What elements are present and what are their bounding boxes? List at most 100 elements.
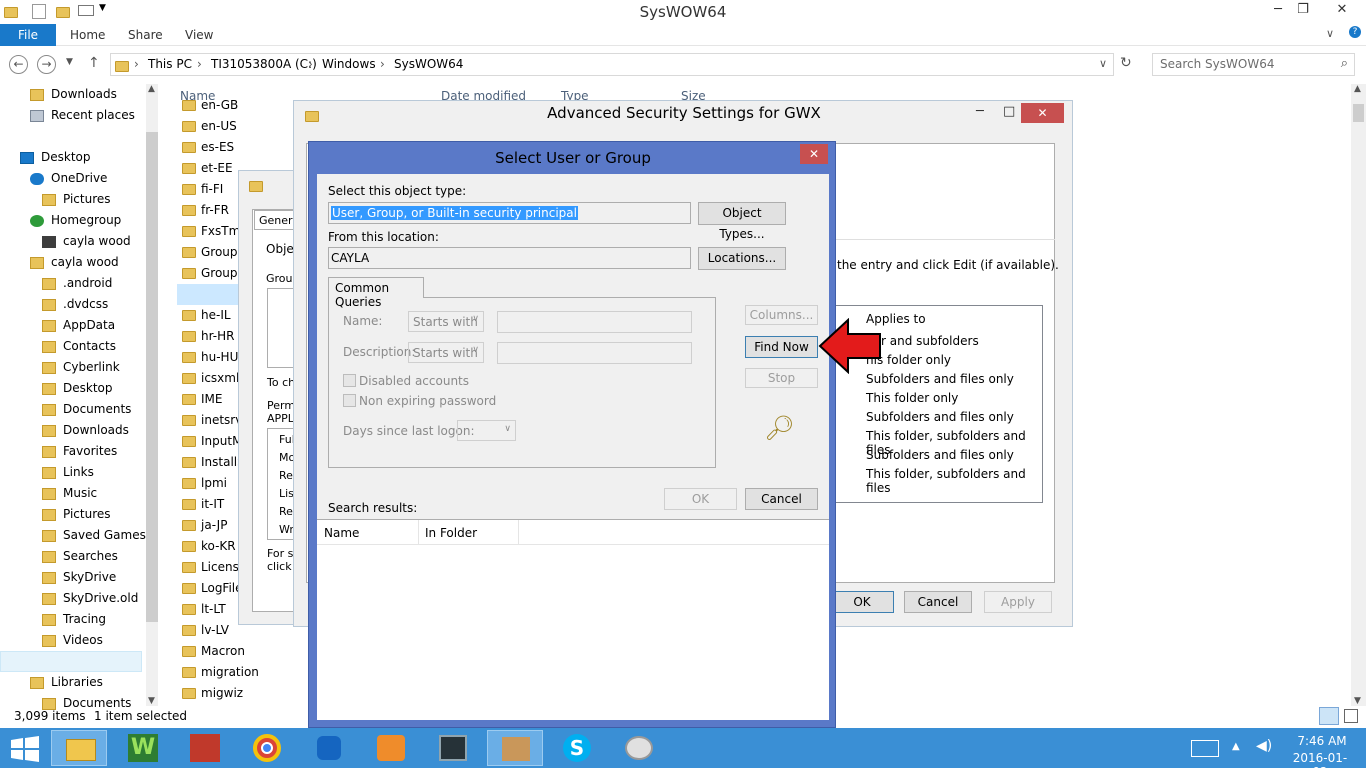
file-row[interactable]: es-ES — [182, 137, 234, 158]
nav-item[interactable]: .android — [42, 273, 112, 294]
nav-item[interactable]: Desktop — [20, 147, 91, 168]
file-row[interactable]: lpmi — [182, 473, 227, 494]
nav-item[interactable]: Videos — [42, 630, 103, 651]
find-now-button[interactable]: Find Now — [745, 336, 818, 358]
select-cancel-button[interactable]: Cancel — [745, 488, 818, 510]
nav-item[interactable]: Cyberlink — [42, 357, 120, 378]
start-icon[interactable] — [11, 736, 39, 762]
nav-item[interactable]: Documents — [42, 399, 131, 420]
file-row[interactable]: GroupP — [182, 263, 245, 284]
nav-item[interactable]: Homegroup — [30, 210, 121, 231]
nav-item[interactable]: Tracing — [42, 609, 106, 630]
close-button[interactable]: ✕ — [1322, 2, 1362, 17]
nav-item[interactable]: SkyDrive.old — [42, 588, 138, 609]
search-icon[interactable]: ⌕ — [1341, 56, 1348, 71]
taskbar-skype-icon[interactable]: S — [549, 730, 605, 766]
nav-item[interactable]: AppData — [42, 315, 115, 336]
days-since-select[interactable]: ∨ — [457, 420, 516, 441]
maximize-button[interactable]: ❐ — [1288, 2, 1318, 17]
tab-view[interactable]: View — [185, 24, 213, 46]
stop-button[interactable]: Stop — [745, 368, 818, 388]
taskbar-wordweb-icon[interactable]: W — [115, 730, 171, 766]
taskbar-video-icon[interactable] — [425, 730, 481, 766]
adv-cancel-button[interactable]: Cancel — [904, 591, 972, 613]
file-row[interactable]: migwiz — [182, 683, 243, 704]
file-row[interactable]: lt-LT — [182, 599, 226, 620]
back-icon[interactable]: ← — [9, 55, 28, 74]
nav-item[interactable]: Downloads — [30, 84, 117, 105]
file-row[interactable]: inetsrv — [182, 410, 242, 431]
description-input[interactable] — [497, 342, 692, 364]
crumb-separator[interactable]: › — [308, 57, 313, 71]
col-result-name[interactable]: Name — [324, 526, 359, 540]
crumb-separator[interactable]: › — [134, 57, 139, 71]
nav-item[interactable]: Music — [42, 483, 97, 504]
file-row[interactable]: lv-LV — [182, 620, 229, 641]
col-result-folder[interactable]: In Folder — [425, 526, 477, 540]
search-results-list[interactable]: Name In Folder — [317, 519, 829, 720]
crumb-this-pc[interactable]: This PC — [148, 57, 192, 71]
applies-row[interactable]: Subfolders and files only — [866, 372, 1014, 386]
nav-item[interactable]: Recent places — [30, 105, 135, 126]
file-row[interactable]: Macron — [182, 641, 245, 662]
clock-time[interactable]: 7:46 AM — [1296, 734, 1348, 748]
crumb-drive[interactable]: TI31053800A (C:) — [211, 57, 317, 71]
file-row[interactable]: he-IL — [182, 305, 231, 326]
location-field[interactable]: CAYLA — [328, 247, 691, 269]
applies-row[interactable]: This folder only — [866, 391, 958, 405]
nav-item[interactable]: cayla wood — [30, 252, 119, 273]
nav-item[interactable]: Saved Games — [42, 525, 146, 546]
crumb-syswow64[interactable]: SysWOW64 — [394, 57, 463, 71]
file-row[interactable]: icsxml — [182, 368, 239, 389]
columns-button[interactable]: Columns... — [745, 305, 818, 325]
non-expiring-checkbox[interactable] — [343, 394, 356, 407]
taskbar-media-icon[interactable] — [363, 730, 419, 766]
nav-item[interactable]: .dvdcss — [42, 294, 108, 315]
volume-icon[interactable]: ◀) — [1256, 738, 1272, 754]
large-icons-view-icon[interactable] — [1344, 709, 1358, 723]
nav-item[interactable]: Links — [42, 462, 94, 483]
nav-item[interactable]: Downloads — [42, 420, 129, 441]
taskbar-explorer-icon[interactable] — [51, 730, 107, 766]
nav-item[interactable]: Libraries — [30, 672, 103, 693]
nav-item[interactable]: Pictures — [42, 504, 111, 525]
file-row[interactable]: InstallS — [182, 452, 245, 473]
recent-locations-icon[interactable]: ▼ — [66, 57, 73, 67]
details-view-icon[interactable] — [1319, 707, 1339, 725]
nav-item[interactable]: Desktop — [42, 378, 113, 399]
file-row[interactable]: IME — [182, 389, 222, 410]
up-icon[interactable]: ↑ — [88, 55, 100, 71]
nav-item[interactable]: Pictures — [42, 189, 111, 210]
nav-item[interactable]: cayla wood — [42, 231, 131, 252]
nav-item[interactable]: Contacts — [42, 336, 116, 357]
file-row[interactable]: migration — [182, 662, 259, 683]
file-row[interactable]: en-GB — [182, 95, 238, 116]
object-type-field[interactable]: User, Group, or Built-in security princi… — [328, 202, 691, 224]
adv-maximize-button[interactable]: □ — [1003, 104, 1015, 119]
file-row[interactable]: et-EE — [182, 158, 233, 179]
taskbar-security-icon[interactable] — [487, 730, 543, 766]
show-hidden-icons[interactable]: ▲ — [1232, 741, 1240, 752]
file-row[interactable]: hu-HU — [182, 347, 238, 368]
file-row[interactable]: hr-HR — [182, 326, 234, 347]
nav-scrollbar[interactable]: ▲ ▼ — [146, 84, 158, 706]
nav-item[interactable]: Searches — [42, 546, 118, 567]
nav-item[interactable]: Favorites — [42, 441, 117, 462]
refresh-icon[interactable]: ↻ — [1120, 55, 1132, 71]
search-input[interactable]: Search SysWOW64 ⌕ — [1152, 53, 1355, 76]
file-row[interactable]: it-IT — [182, 494, 224, 515]
name-input[interactable] — [497, 311, 692, 333]
nav-item[interactable]: SkyDrive — [42, 567, 116, 588]
disabled-accounts-checkbox[interactable] — [343, 374, 356, 387]
file-row[interactable]: GroupP — [182, 242, 245, 263]
file-row[interactable]: fi-FI — [182, 179, 223, 200]
address-dropdown-icon[interactable]: ∨ — [1099, 57, 1107, 70]
crumb-separator[interactable]: › — [197, 57, 202, 71]
adv-apply-button[interactable]: Apply — [984, 591, 1052, 613]
clock-date[interactable]: 2016-01-02 — [1287, 751, 1353, 779]
applies-row[interactable]: Subfolders and files only — [866, 448, 1014, 462]
applies-row[interactable]: This folder, subfolders and files — [866, 467, 1042, 495]
name-match-select[interactable]: Starts with ∨ — [408, 311, 484, 332]
crumb-separator[interactable]: › — [380, 57, 385, 71]
file-row[interactable]: ja-JP — [182, 515, 227, 536]
